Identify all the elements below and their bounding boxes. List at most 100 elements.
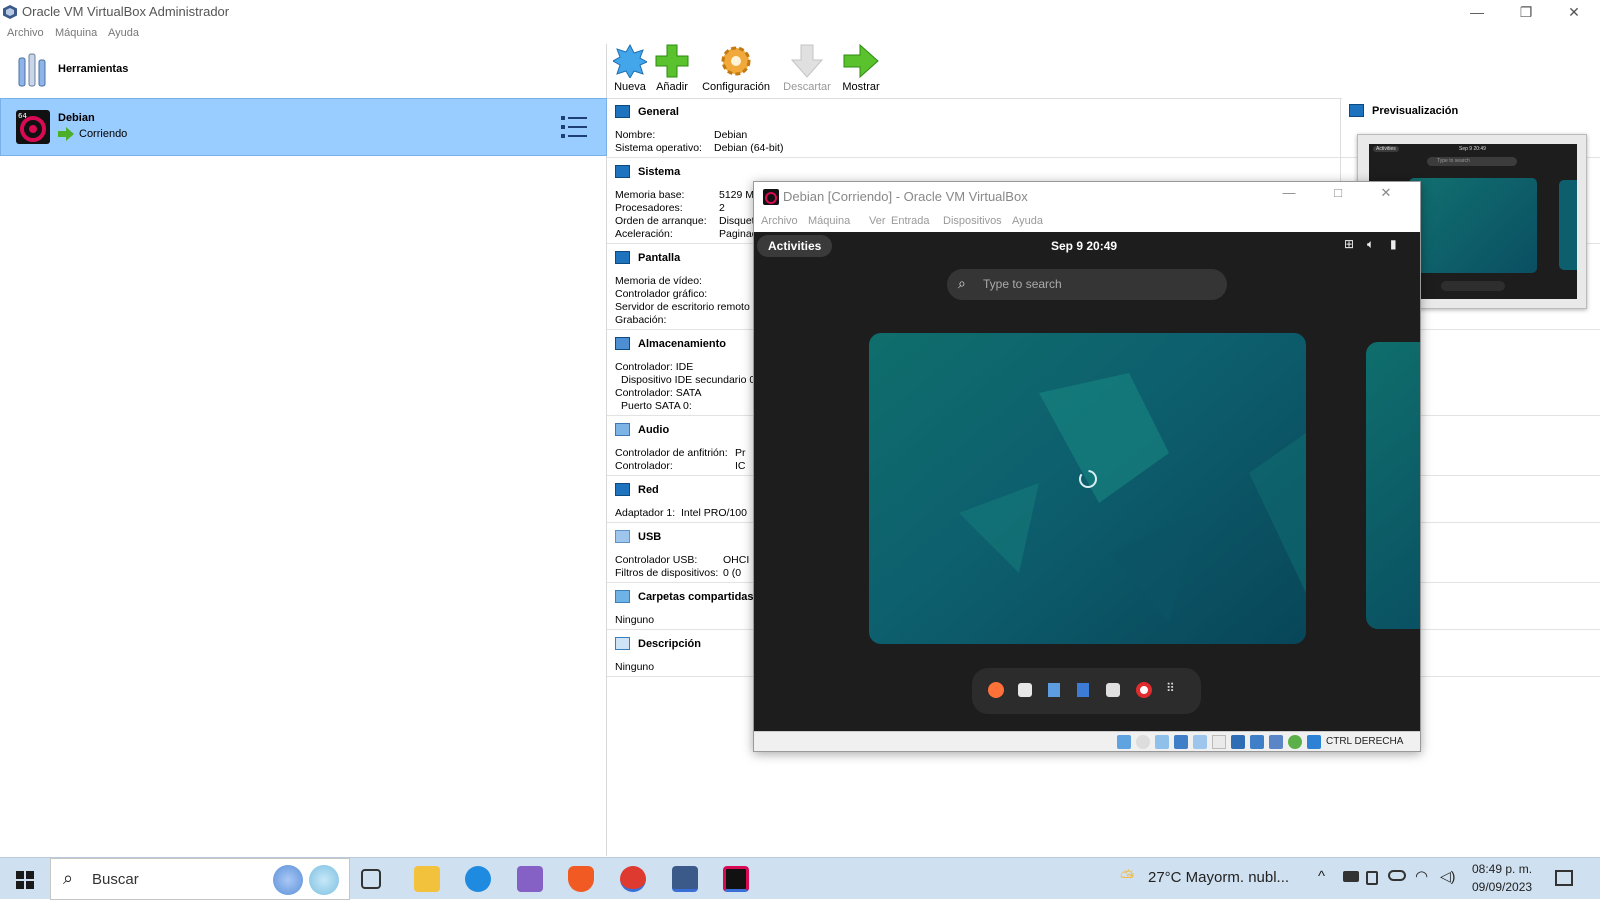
vm-menu-entrada[interactable]: Entrada [891,215,930,227]
document-icon[interactable] [1048,683,1060,697]
app-grid-icon[interactable]: ⠿ [1166,681,1175,695]
section-descripcion[interactable]: Descripción [615,637,701,650]
battery-icon[interactable]: ▮ [1390,237,1397,251]
device-tray-icon[interactable] [1366,871,1378,885]
taskbar-date[interactable]: 09/09/2023 [1472,880,1532,894]
anadir-button[interactable]: Añadir [653,44,691,93]
onedrive-cloud-icon[interactable] [1388,870,1406,881]
discard-arrow-down-icon [790,44,824,78]
detail-key: Filtros de dispositivos: [615,567,719,579]
storage-disk-icon [615,337,630,350]
task-view-icon[interactable] [361,869,381,889]
section-preview[interactable]: Previsualización [1349,104,1458,117]
detail-key: Sistema operativo: [615,142,702,154]
software-bag-icon[interactable] [1106,683,1120,697]
wifi-icon[interactable]: ◠ [1415,867,1428,885]
globe-icon[interactable] [1288,735,1302,749]
workspace-thumbnail[interactable] [869,333,1306,644]
volume-icon[interactable]: 🔈︎ [1367,237,1374,252]
detail-value: 0 (0 [723,567,742,579]
chrome-browser-icon[interactable] [620,866,646,892]
recording-icon[interactable] [1250,735,1264,749]
vm-menu-list-icon[interactable] [561,115,587,139]
tray-chevron-up-icon[interactable]: ^ [1318,868,1325,885]
display-status-icon[interactable] [1231,735,1245,749]
brave-browser-icon[interactable] [568,866,594,892]
help-lifebuoy-icon[interactable] [1136,682,1152,698]
writer-icon[interactable] [1077,683,1089,697]
taskbar-search-field[interactable]: ⌕ Buscar [50,858,350,900]
section-sistema[interactable]: Sistema [615,165,680,178]
mostrar-label: Mostrar [842,81,880,93]
network-status-icon[interactable] [1174,735,1188,749]
shared-folders-icon[interactable] [1212,735,1226,749]
virtualbox-taskbar-icon[interactable] [672,866,698,892]
vm-menu-maquina[interactable]: Máquina [808,215,850,227]
notification-center-icon[interactable] [1555,870,1573,886]
preview-dash [1441,281,1505,291]
description-icon [615,637,630,650]
menu-maquina[interactable]: Máquina [55,27,97,39]
detail-value: OHCI [723,554,750,566]
guest-clock[interactable]: Sep 9 20:49 [1051,239,1117,253]
battery-tray-icon[interactable] [1343,871,1359,882]
visual-studio-icon[interactable] [517,866,543,892]
search-icon: ⌕ [958,275,966,291]
guest-search-field[interactable]: ⌕ Type to search [947,269,1227,300]
nueva-button[interactable]: Nueva [612,44,648,93]
detail-key: Grabación: [615,314,667,326]
guest-screen[interactable]: Activities Sep 9 20:49 ⊞ 🔈︎ ▮ ⌕ Type to … [754,232,1420,731]
edge-browser-icon[interactable] [465,866,491,892]
windows-start-icon[interactable] [16,871,34,889]
section-pantalla[interactable]: Pantalla [615,251,680,264]
vm-menu-archivo[interactable]: Archivo [761,215,798,227]
restore-button[interactable]: ❐ [1503,0,1549,24]
volume-tray-icon[interactable]: ◁) [1440,868,1455,885]
menu-ayuda[interactable]: Ayuda [108,27,139,39]
usb-status-icon[interactable] [1193,735,1207,749]
firefox-icon[interactable] [988,682,1004,698]
section-general[interactable]: General [615,105,679,118]
tools-item[interactable]: Herramientas [0,44,607,97]
optical-disk-icon[interactable] [1136,735,1150,749]
mouse-capture-icon[interactable] [1307,735,1321,749]
section-carpetas[interactable]: Carpetas compartidas [615,590,754,603]
taskbar-search-placeholder: Buscar [92,871,139,888]
vm-menu-dispositivos[interactable]: Dispositivos [943,215,1002,227]
activities-button[interactable]: Activities [757,235,833,257]
mail-icon[interactable] [1018,683,1032,697]
audio-icon[interactable] [1155,735,1169,749]
file-explorer-icon[interactable] [414,866,440,892]
vtx-icon[interactable] [1269,735,1283,749]
section-red[interactable]: Red [615,483,659,496]
network-icon[interactable]: ⊞ [1344,237,1354,251]
section-usb[interactable]: USB [615,530,661,543]
descartar-button[interactable]: Descartar [781,44,833,93]
menu-archivo[interactable]: Archivo [7,27,44,39]
vm-minimize-button[interactable]: — [1273,185,1305,209]
section-almacenamiento[interactable]: Almacenamiento [615,337,726,350]
configuracion-button[interactable]: Configuración [701,44,771,93]
section-audio[interactable]: Audio [615,423,669,436]
vm-close-button[interactable]: ✕ [1370,185,1402,209]
debian-vm-taskbar-icon[interactable] [723,866,749,892]
taskbar-time[interactable]: 08:49 p. m. [1472,862,1532,876]
vm-menu-ver[interactable]: Ver [869,215,886,227]
weather-text[interactable]: 27°C Mayorm. nubl... [1148,869,1289,886]
close-button[interactable]: ✕ [1551,0,1597,24]
next-workspace-thumbnail[interactable] [1366,342,1420,629]
detail-key: Memoria base: [615,189,685,201]
detail-key: Puerto SATA 0: [621,400,692,412]
mostrar-button[interactable]: Mostrar [839,44,883,93]
add-plus-icon [655,44,689,78]
minimize-button[interactable]: — [1454,0,1500,24]
weather-cloud-sun-icon[interactable]: ⛅︎ [1120,867,1134,888]
vm-console-window[interactable]: Debian [Corriendo] - Oracle VM VirtualBo… [753,181,1421,752]
vm-status: Corriendo [79,128,128,140]
vm-list-item-debian[interactable]: 64 Debian Corriendo [0,98,607,156]
vm-maximize-button[interactable]: □ [1322,185,1354,209]
detail-key: Controlador: SATA [615,387,702,399]
vm-menu-ayuda[interactable]: Ayuda [1012,215,1043,227]
detail-value: Ninguno [615,661,655,673]
hard-disk-icon[interactable] [1117,735,1131,749]
